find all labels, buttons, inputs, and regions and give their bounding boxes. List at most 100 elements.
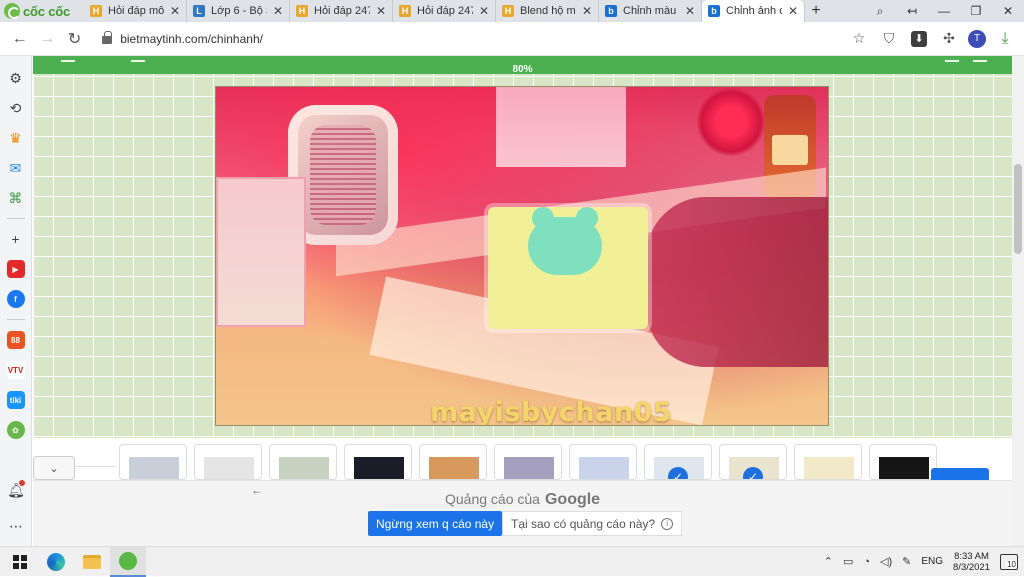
wifi-icon[interactable]: ◔: [863, 556, 870, 568]
tab[interactable]: H Hỏi đáp 247 ✕: [290, 0, 393, 22]
back-arrow-icon[interactable]: ↤: [896, 0, 928, 22]
thumbnail-next-button[interactable]: [931, 468, 989, 480]
filter-thumbnail[interactable]: [419, 444, 487, 480]
filter-thumbnail[interactable]: [344, 444, 412, 480]
page-scrollbar[interactable]: [1012, 56, 1024, 546]
messenger-icon[interactable]: ✉: [4, 156, 28, 180]
shopping-88-icon[interactable]: 88: [4, 328, 28, 352]
edited-photo[interactable]: mayisbychan05: [215, 86, 829, 426]
divider: [6, 218, 25, 219]
edge-icon: [47, 552, 65, 571]
gamepad-icon[interactable]: ⌘: [4, 186, 28, 210]
minimize-button[interactable]: —: [928, 0, 960, 22]
tab[interactable]: L Lớp 6 - Bộ S ✕: [187, 0, 290, 22]
collapse-button[interactable]: ⌄: [33, 456, 75, 480]
action-center-icon[interactable]: 10: [1000, 553, 1018, 570]
filter-thumbnail[interactable]: [494, 444, 562, 480]
close-icon[interactable]: ✕: [582, 4, 592, 18]
add-icon[interactable]: +: [4, 227, 28, 251]
language-indicator[interactable]: ENG: [921, 556, 943, 567]
download-video-icon[interactable]: ⬇: [908, 28, 930, 50]
history-icon[interactable]: ⟲: [4, 96, 28, 120]
gear-icon[interactable]: ⚙: [4, 66, 28, 90]
address-bar[interactable]: bietmaytinh.com/chinhanh/: [94, 26, 848, 52]
crown-icon[interactable]: ♛: [4, 126, 28, 150]
check-icon: ✓: [668, 467, 688, 479]
tab[interactable]: H Hỏi đáp 247 ✕: [393, 0, 496, 22]
thumbnail-preview: [804, 457, 854, 479]
chevron-up-icon[interactable]: ⌃: [824, 555, 833, 568]
divider: [6, 319, 25, 320]
thumbnail-preview: [204, 457, 254, 479]
tab-title: Chỉnh ảnh o: [726, 5, 782, 17]
close-icon[interactable]: ✕: [376, 4, 386, 18]
check-icon: ✓: [743, 467, 763, 479]
folder-icon: [83, 554, 101, 569]
bookmark-star-icon[interactable]: ☆: [848, 28, 870, 50]
filter-thumbnail[interactable]: [119, 444, 187, 480]
filter-thumbnail[interactable]: [794, 444, 862, 480]
browser-brand[interactable]: cốc cốc: [0, 0, 84, 22]
pen-icon[interactable]: ✎: [902, 555, 911, 568]
coccoc-taskbar-button[interactable]: [110, 546, 146, 577]
close-icon[interactable]: ✕: [170, 4, 180, 18]
filter-thumbnail[interactable]: ✓: [644, 444, 712, 480]
facebook-icon[interactable]: f: [4, 287, 28, 311]
toolbar-tool-icon[interactable]: [945, 56, 959, 62]
tab-list: H Hỏi đáp môn ✕ L Lớp 6 - Bộ S ✕ H Hỏi đ…: [84, 0, 827, 22]
close-icon[interactable]: ✕: [479, 4, 489, 18]
toolbar-tool-icon[interactable]: [973, 56, 987, 62]
toolbar-actions: ☆ ⛉ ⬇ ✣ T ⤓: [848, 28, 1024, 50]
close-window-button[interactable]: ✕: [992, 0, 1024, 22]
shield-icon[interactable]: ⛉: [878, 28, 900, 50]
downloads-icon[interactable]: ⤓: [994, 28, 1016, 50]
toolbar-tool-icon[interactable]: [131, 56, 145, 62]
tab[interactable]: b Chỉnh màu ả ✕: [599, 0, 702, 22]
why-ad-button[interactable]: Tại sao có quảng cáo này? i: [502, 511, 683, 536]
back-arrow-icon[interactable]: ←: [251, 483, 263, 497]
tab[interactable]: H Hỏi đáp môn ✕: [84, 0, 187, 22]
site-favicon-icon: H: [296, 5, 308, 17]
toolbar-tool-icon[interactable]: [61, 56, 75, 62]
search-tabs-icon[interactable]: ⌕: [864, 0, 896, 22]
vtv-icon[interactable]: VTV: [4, 358, 28, 382]
tab[interactable]: H Blend hộ mì ✕: [496, 0, 599, 22]
ad-feedback-panel: ← Quảng cáo của Google Ngừng xem q cáo n…: [33, 480, 1012, 546]
filter-thumbnail[interactable]: [869, 444, 937, 480]
bell-icon[interactable]: 🔔︎: [4, 478, 28, 502]
lock-icon: [102, 31, 113, 44]
close-icon[interactable]: ✕: [685, 4, 695, 18]
clock[interactable]: 8:33 AM 8/3/2021: [953, 551, 990, 573]
photo-flowers: [696, 87, 766, 157]
photo-bear: [528, 207, 602, 275]
filter-thumbnail[interactable]: [269, 444, 337, 480]
coccoc-gift-icon[interactable]: ✿: [4, 418, 28, 442]
filter-thumbnail[interactable]: [194, 444, 262, 480]
file-explorer-button[interactable]: [74, 547, 110, 577]
tiki-icon[interactable]: tiki: [4, 388, 28, 412]
back-button[interactable]: ←: [6, 25, 33, 53]
restore-button[interactable]: ❐: [960, 0, 992, 22]
avatar[interactable]: T: [968, 29, 986, 48]
tab-active[interactable]: b Chỉnh ảnh o ✕: [702, 0, 805, 22]
speaker-icon[interactable]: ◁): [880, 555, 892, 568]
close-icon[interactable]: ✕: [788, 4, 798, 18]
start-button[interactable]: [2, 547, 38, 577]
battery-icon[interactable]: ▭: [843, 555, 853, 568]
filter-thumbnail[interactable]: ✓: [719, 444, 787, 480]
stop-ad-button[interactable]: Ngừng xem q cáo này: [368, 511, 503, 536]
new-tab-button[interactable]: +: [805, 0, 827, 22]
scrollbar-thumb[interactable]: [1014, 164, 1022, 254]
site-favicon-icon: H: [399, 5, 411, 17]
filter-thumbnail[interactable]: [569, 444, 637, 480]
thumbnail-preview: [129, 457, 179, 479]
forward-button[interactable]: →: [33, 25, 60, 53]
info-icon: i: [661, 517, 674, 530]
page-content: 80% mayisbychan05 ⌄ ✓ ✓ ← Quảng cáo của G…: [33, 56, 1012, 546]
more-icon[interactable]: ⋯: [4, 514, 28, 538]
close-icon[interactable]: ✕: [273, 4, 283, 18]
youtube-icon[interactable]: ▶: [4, 257, 28, 281]
extensions-puzzle-icon[interactable]: ✣: [938, 28, 960, 50]
edge-taskbar-button[interactable]: [38, 547, 74, 577]
reload-button[interactable]: ↻: [61, 25, 88, 53]
